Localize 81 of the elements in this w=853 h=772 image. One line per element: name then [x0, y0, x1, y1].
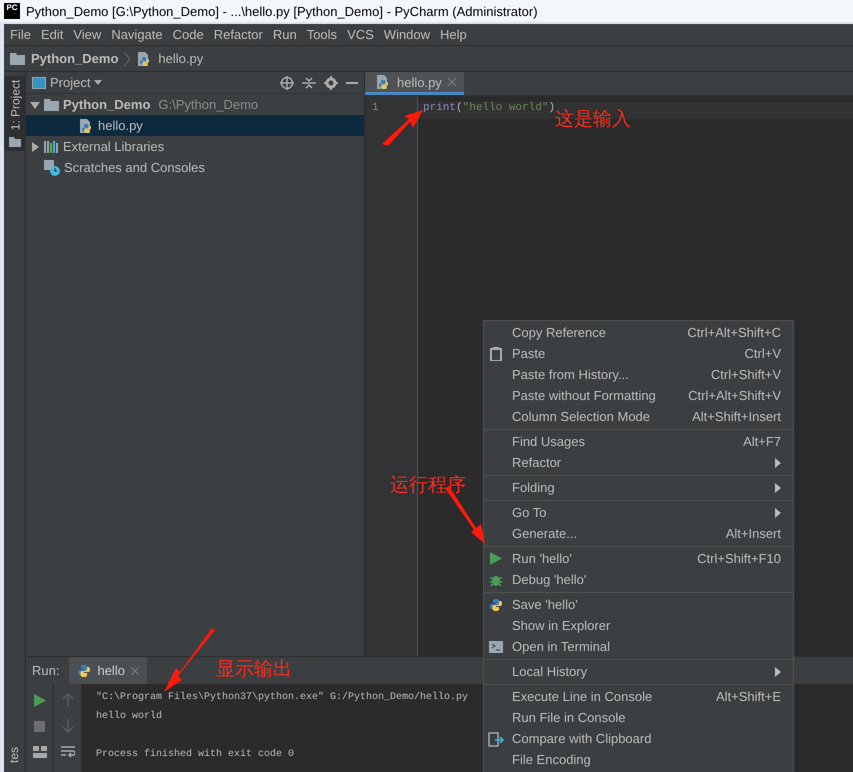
- menu-item[interactable]: VCS: [347, 27, 374, 42]
- play-icon: [490, 552, 502, 565]
- annotation-arrow: [380, 108, 425, 148]
- tree-label: hello.py: [98, 118, 143, 133]
- menu-entry[interactable]: Run File in Console: [484, 707, 793, 728]
- menu-entry[interactable]: Refactor: [484, 452, 793, 473]
- window-title: Python_Demo [G:\Python_Demo] - ...\hello.py [Python_Demo] - PyCharm (Administrator): [26, 4, 538, 18]
- caret-icon: [94, 80, 102, 85]
- collapse-icon[interactable]: [302, 76, 316, 90]
- run-tab[interactable]: hello: [69, 657, 147, 684]
- python-icon: [77, 664, 92, 678]
- menu-item[interactable]: Edit: [40, 27, 64, 42]
- menu-entry[interactable]: File Encoding: [484, 749, 793, 770]
- folder-icon: [44, 98, 59, 111]
- menu-item[interactable]: Tools: [306, 27, 338, 42]
- menu-item[interactable]: Window: [384, 27, 430, 42]
- editor-tab[interactable]: hello.py: [365, 72, 464, 95]
- terminal-icon: [489, 640, 503, 652]
- tree-row[interactable]: Scratches and Consoles: [26, 157, 364, 178]
- menu-item[interactable]: Code: [172, 27, 204, 42]
- play-icon: [34, 694, 46, 706]
- menu-entry[interactable]: Show in Explorer: [484, 615, 793, 636]
- tree-label: Python_Demo: [63, 97, 150, 112]
- menu-entry[interactable]: Go To: [484, 502, 793, 523]
- compare-icon: [488, 730, 504, 746]
- menu-entry[interactable]: Folding: [484, 477, 793, 498]
- menu-entry[interactable]: Copy Reference Ctrl+Alt+Shift+C: [484, 322, 793, 343]
- expanded-arrow-icon[interactable]: [30, 100, 40, 110]
- menu-entry[interactable]: Paste Ctrl+V: [484, 343, 793, 364]
- folder-path: G:\Python_Demo: [158, 97, 258, 112]
- chevron-icon: [124, 52, 130, 66]
- menu-entry[interactable]: Compare with Clipboard: [484, 728, 793, 749]
- folder-icon: [10, 52, 25, 65]
- menu-entry[interactable]: Paste from History... Ctrl+Shift+V: [484, 364, 793, 385]
- tool-tab-label[interactable]: tes: [8, 747, 22, 763]
- annotation-text: 显示输出: [216, 658, 292, 682]
- stop-icon: [34, 720, 45, 732]
- menu-item[interactable]: Refactor: [214, 27, 263, 42]
- app-logo: PC: [4, 3, 20, 19]
- menu-entry[interactable]: Save 'hello': [484, 594, 793, 615]
- python-file-icon: [78, 118, 94, 134]
- menu-item[interactable]: File: [10, 27, 31, 42]
- project-view-dropdown[interactable]: Project: [32, 75, 102, 90]
- libraries-icon: [44, 140, 59, 153]
- minimize-icon[interactable]: [346, 82, 358, 84]
- tree-row[interactable]: hello.py: [26, 115, 364, 136]
- tree-label: External Libraries: [63, 139, 164, 154]
- annotation-text: 这是输入: [555, 108, 631, 132]
- tree-row[interactable]: External Libraries: [26, 136, 364, 157]
- python-icon: [489, 598, 503, 612]
- menu-entry[interactable]: Local History: [484, 661, 793, 682]
- collapsed-arrow-icon[interactable]: [30, 142, 40, 152]
- line-number: 1: [371, 102, 380, 116]
- run-label: Run:: [32, 663, 60, 678]
- window-icon: [32, 76, 46, 88]
- console-line: hello world: [96, 710, 162, 724]
- project-tool-tab[interactable]: 1: Project: [4, 76, 26, 151]
- menu-entry[interactable]: Debug 'hello': [484, 569, 793, 590]
- tree-row[interactable]: Python_Demo G:\Python_Demo: [26, 94, 364, 115]
- menu-entry[interactable]: Find Usages Alt+F7: [484, 431, 793, 452]
- menu-entry[interactable]: Run 'hello' Ctrl+Shift+F10: [484, 548, 793, 569]
- menu-item[interactable]: View: [73, 27, 102, 42]
- folder-icon: [9, 137, 21, 147]
- clipboard-icon: [490, 346, 502, 360]
- scratches-icon: [44, 160, 60, 176]
- menu-item[interactable]: Run: [272, 27, 297, 42]
- breadcrumb-item[interactable]: hello.py: [158, 51, 204, 66]
- menu-entry[interactable]: Generate... Alt+Insert: [484, 523, 793, 544]
- console-line: Process finished with exit code 0: [96, 748, 294, 762]
- menu-entry[interactable]: Open in Terminal: [484, 636, 793, 657]
- menu-item[interactable]: Help: [440, 27, 467, 42]
- breadcrumb-item[interactable]: Python_Demo: [31, 51, 118, 66]
- menu-entry[interactable]: Column Selection Mode Alt+Shift+Insert: [484, 406, 793, 427]
- settings-icon[interactable]: [324, 76, 338, 90]
- menu-entry[interactable]: Execute Line in Console Alt+Shift+E: [484, 686, 793, 707]
- menu-entry[interactable]: Paste without Formatting Ctrl+Alt+Shift+V: [484, 385, 793, 406]
- locate-icon[interactable]: [280, 76, 294, 90]
- console-line: "C:\Program Files\Python37\python.exe" G:/Python_Demo/hello.py: [96, 690, 468, 705]
- menu-item[interactable]: Navigate: [111, 27, 163, 42]
- python-file-icon: [375, 74, 391, 90]
- tree-label: Scratches and Consoles: [64, 160, 205, 175]
